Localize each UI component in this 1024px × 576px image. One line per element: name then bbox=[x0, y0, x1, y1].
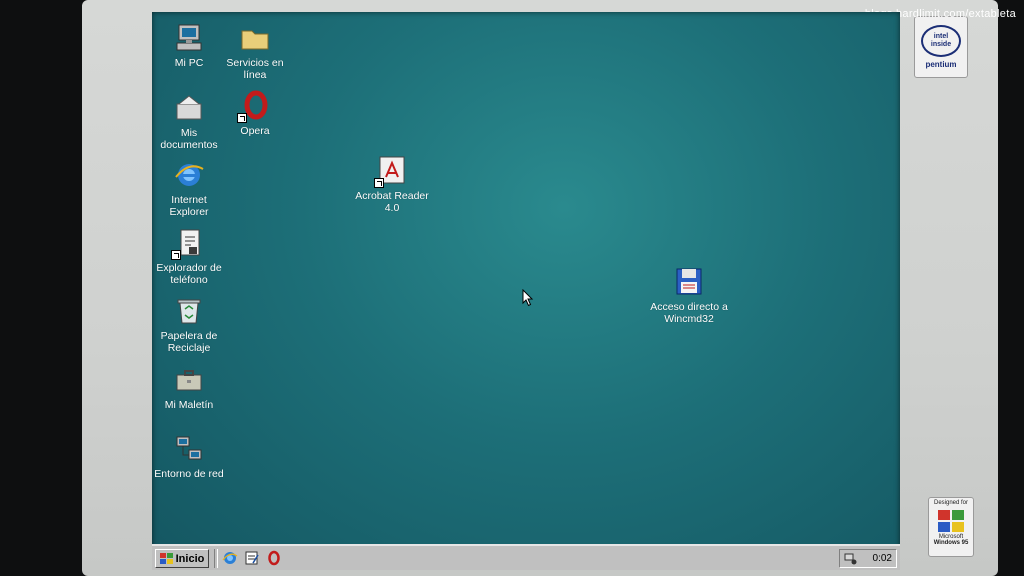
phone-explorer-icon bbox=[171, 227, 205, 260]
desktop-icon-label: Acceso directo a Wincmd32 bbox=[650, 301, 728, 325]
tray-clock[interactable]: 0:02 bbox=[873, 553, 892, 564]
windows-logo-icon bbox=[938, 510, 964, 532]
documents-folder-icon bbox=[173, 92, 205, 124]
desktop-icon-label: Entorno de red bbox=[154, 468, 224, 480]
opera-icon bbox=[237, 90, 271, 123]
quicklaunch-opera-icon[interactable] bbox=[266, 550, 282, 566]
pentium-text: pentium bbox=[925, 60, 957, 69]
tray-volume-icon[interactable] bbox=[844, 553, 858, 565]
shortcut-arrow-icon bbox=[237, 113, 247, 123]
windows95-text: Windows 95 bbox=[933, 540, 969, 546]
taskbar: Inicio 0:02 bbox=[152, 544, 900, 570]
acrobat-icon bbox=[374, 155, 408, 188]
windows95-sticker: Designed for Microsoft Windows 95 bbox=[928, 497, 974, 557]
intel-inside-sticker: intel inside pentium bbox=[914, 16, 968, 78]
quicklaunch-internet-explorer-icon[interactable] bbox=[222, 550, 238, 566]
desktop-icon-label: Servicios en línea bbox=[226, 57, 284, 81]
desktop-icon-label: Mi PC bbox=[174, 57, 204, 69]
briefcase-icon bbox=[173, 364, 205, 396]
desktop-icon-internet-explorer[interactable]: Internet Explorer bbox=[152, 159, 226, 218]
desktop-icon-label: Internet Explorer bbox=[169, 194, 209, 218]
computer-icon bbox=[173, 22, 205, 54]
start-button[interactable]: Inicio bbox=[155, 549, 209, 568]
mouse-pointer-icon bbox=[522, 289, 534, 307]
quick-launch-separator bbox=[214, 549, 218, 568]
desktop-icon-papelera-de-reciclaje[interactable]: Papelera de Reciclaje bbox=[152, 295, 226, 354]
inside-text: inside bbox=[930, 41, 952, 48]
shortcut-arrow-icon bbox=[171, 250, 181, 260]
desktop-icon-servicios-en-linea[interactable]: Servicios en línea bbox=[218, 22, 292, 81]
desktop-icon-explorador-de-telefono[interactable]: Explorador de teléfono bbox=[152, 227, 226, 286]
system-tray: 0:02 bbox=[839, 549, 897, 568]
windows-flag-icon bbox=[159, 553, 173, 564]
network-icon bbox=[173, 433, 205, 465]
desktop-icon-label: Papelera de Reciclaje bbox=[160, 330, 218, 354]
folder-icon bbox=[239, 22, 271, 54]
start-label: Inicio bbox=[175, 552, 205, 565]
desktop-icon-label: Mis documentos bbox=[160, 127, 218, 151]
desktop-icon-label: Explorador de teléfono bbox=[156, 262, 222, 286]
intel-text: intel bbox=[933, 33, 949, 40]
desktop-icon-acrobat-reader[interactable]: Acrobat Reader 4.0 bbox=[355, 155, 429, 214]
designed-for-text: Designed for bbox=[933, 500, 969, 506]
desktop-icon-entorno-de-red[interactable]: Entorno de red bbox=[152, 433, 226, 480]
desktop-icon-label: Mi Maletín bbox=[164, 399, 214, 411]
desktop[interactable]: Mi PC Servicios en línea Mis documentos … bbox=[152, 12, 900, 570]
desktop-icon-mi-maletin[interactable]: Mi Maletín bbox=[152, 364, 226, 411]
desktop-icon-label: Opera bbox=[240, 125, 270, 137]
intel-logo: intel inside bbox=[921, 25, 961, 57]
desktop-icon-mi-pc[interactable]: Mi PC bbox=[152, 22, 226, 69]
desktop-icon-acceso-directo-wincmd32[interactable]: Acceso directo a Wincmd32 bbox=[648, 266, 730, 325]
quicklaunch-notepad-icon[interactable] bbox=[244, 550, 260, 566]
internet-explorer-icon bbox=[173, 159, 205, 191]
recycle-bin-icon bbox=[173, 295, 205, 327]
desktop-icon-label: Acrobat Reader 4.0 bbox=[355, 190, 429, 214]
shortcut-arrow-icon bbox=[374, 178, 384, 188]
desktop-icon-mis-documentos[interactable]: Mis documentos bbox=[152, 92, 226, 151]
floppy-disk-icon bbox=[673, 266, 705, 298]
desktop-icon-opera[interactable]: Opera bbox=[218, 90, 292, 137]
